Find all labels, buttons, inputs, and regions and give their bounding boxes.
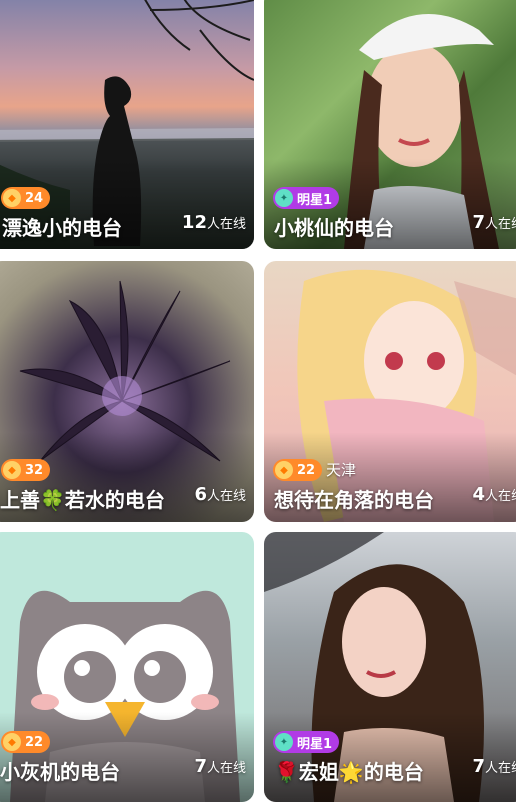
room-title: 小桃仙的电台 — [274, 216, 394, 240]
online-count: 12人在线 — [181, 212, 246, 233]
clover-icon: 🍀 — [40, 488, 65, 512]
room-title: 上善🍀若水的电台 — [0, 488, 165, 512]
online-count: 7人在线 — [472, 756, 516, 777]
room-title: 🌹宏姐🌟的电台 — [274, 760, 424, 784]
star-level-icon: ✦ — [275, 189, 293, 207]
star-badge: ✦ 明星1 — [273, 731, 340, 753]
room-title: 想待在角落的电台 — [274, 488, 434, 512]
level-badge: ◆ 22 — [273, 459, 323, 481]
online-count: 6人在线 — [194, 484, 246, 505]
level-icon: ◆ — [3, 461, 21, 479]
room-card-1[interactable]: ◆ 24 漂逸小的电台 12人在线 — [0, 0, 254, 249]
room-card-3[interactable]: ◆ 32 上善🍀若水的电台 6人在线 — [0, 261, 254, 522]
room-card-6[interactable]: ✦ 明星1 🌹宏姐🌟的电台 7人在线 — [264, 532, 516, 802]
room-card-4[interactable]: ◆ 22 天津 想待在角落的电台 4人在线 — [264, 261, 516, 522]
room-card-5[interactable]: ◆ 22 小灰机的电台 7人在线 — [0, 532, 254, 802]
star-icon: 🌟 — [338, 760, 364, 784]
online-count: 4人在线 — [472, 484, 516, 505]
room-title: 漂逸小的电台 — [2, 216, 122, 240]
level-badge: ◆ 22 — [1, 731, 51, 753]
star-level-icon: ✦ — [275, 733, 293, 751]
level-icon: ◆ — [3, 189, 21, 207]
room-title: 小灰机的电台 — [0, 760, 120, 784]
level-icon: ◆ — [3, 733, 21, 751]
star-badge: ✦ 明星1 — [273, 187, 340, 209]
rose-icon: 🌹 — [274, 760, 299, 784]
room-card-2[interactable]: ✦ 明星1 小桃仙的电台 7人在线 — [264, 0, 516, 249]
online-count: 7人在线 — [194, 756, 246, 777]
level-badge: ◆ 24 — [1, 187, 51, 209]
level-icon: ◆ — [275, 461, 293, 479]
online-count: 7人在线 — [472, 212, 516, 233]
location-label: 天津 — [326, 461, 357, 479]
level-badge: ◆ 32 — [1, 459, 51, 481]
